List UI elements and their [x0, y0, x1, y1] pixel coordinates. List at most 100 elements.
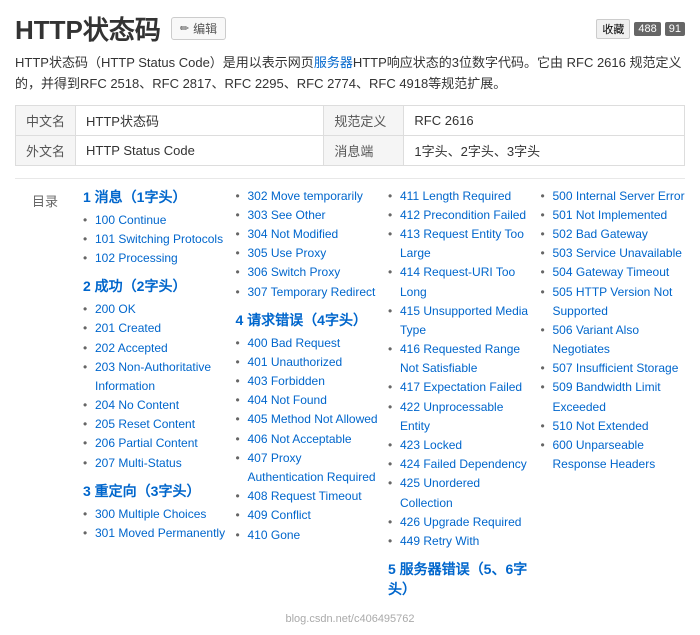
list-item: 102 Processing: [83, 249, 228, 268]
code-207[interactable]: 207 Multi-Status: [95, 456, 182, 470]
list-item: 422 Unprocessable Entity: [388, 398, 533, 436]
section-heading-1xx: 1 消息（1字头）: [83, 187, 228, 207]
list-item: 506 Variant Also Negotiates: [541, 321, 686, 359]
section-heading-4xx: 4 请求错误（4字头）: [236, 310, 381, 330]
code-426[interactable]: 426 Upgrade Required: [400, 515, 521, 529]
code-300[interactable]: 300 Multiple Choices: [95, 507, 206, 521]
label-spec: 规范定义: [324, 105, 404, 135]
code-101[interactable]: 101 Switching Protocols: [95, 232, 223, 246]
code-449[interactable]: 449 Retry With: [400, 534, 479, 548]
code-410[interactable]: 410 Gone: [248, 528, 301, 542]
code-413[interactable]: 413 Request Entity Too Large: [400, 227, 524, 260]
list-item: 411 Length Required: [388, 187, 533, 206]
code-405[interactable]: 405 Method Not Allowed: [248, 412, 378, 426]
code-102[interactable]: 102 Processing: [95, 251, 178, 265]
code-600[interactable]: 600 Unparseable Response Headers: [553, 438, 656, 471]
list-item: 301 Moved Permanently: [83, 524, 228, 543]
code-416[interactable]: 416 Requested Range Not Satisfiable: [400, 342, 520, 375]
code-202[interactable]: 202 Accepted: [95, 341, 168, 355]
bookmark-button[interactable]: 收藏: [596, 19, 630, 39]
code-201[interactable]: 201 Created: [95, 321, 161, 335]
column-2: 302 Move temporarily 303 See Other 304 N…: [236, 187, 381, 604]
code-205[interactable]: 205 Reset Content: [95, 417, 195, 431]
list-item: 501 Not Implemented: [541, 206, 686, 225]
code-504[interactable]: 504 Gateway Timeout: [553, 265, 670, 279]
code-411[interactable]: 411 Length Required: [400, 189, 511, 203]
list-5xx: 500 Internal Server Error 501 Not Implem…: [541, 187, 686, 475]
list-item: 502 Bad Gateway: [541, 225, 686, 244]
list-item: 101 Switching Protocols: [83, 230, 228, 249]
code-400[interactable]: 400 Bad Request: [248, 336, 341, 350]
value-foreign: HTTP Status Code: [76, 135, 324, 165]
content-wrapper: 目录 1 消息（1字头） 100 Continue 101 Switching …: [15, 187, 685, 604]
list-item: 404 Not Found: [236, 391, 381, 410]
list-item: 204 No Content: [83, 396, 228, 415]
code-414[interactable]: 414 Request-URI Too Long: [400, 265, 515, 298]
code-505[interactable]: 505 HTTP Version Not Supported: [553, 285, 673, 318]
code-204[interactable]: 204 No Content: [95, 398, 179, 412]
code-303[interactable]: 303 See Other: [248, 208, 326, 222]
list-item: 507 Insufficient Storage: [541, 359, 686, 378]
edit-button[interactable]: ✏ 编辑: [171, 17, 226, 40]
bookmark-count: 488: [634, 22, 660, 36]
code-406[interactable]: 406 Not Acceptable: [248, 432, 352, 446]
watermark: blog.csdn.net/c406495762: [15, 613, 685, 625]
list-item: 401 Unauthorized: [236, 353, 381, 372]
list-item: 415 Unsupported Media Type: [388, 302, 533, 340]
server-link[interactable]: 服务器: [314, 55, 353, 70]
toc-sidebar: 目录: [15, 187, 83, 604]
code-305[interactable]: 305 Use Proxy: [248, 246, 327, 260]
top-actions: 收藏 488 91: [596, 19, 685, 39]
code-510[interactable]: 510 Not Extended: [553, 419, 649, 433]
code-425[interactable]: 425 Unordered Collection: [400, 476, 480, 509]
code-408[interactable]: 408 Request Timeout: [248, 489, 362, 503]
list-item: 206 Partial Content: [83, 434, 228, 453]
list-item: 406 Not Acceptable: [236, 430, 381, 449]
edit-label: 编辑: [193, 20, 217, 37]
code-306[interactable]: 306 Switch Proxy: [248, 265, 341, 279]
code-100[interactable]: 100 Continue: [95, 213, 166, 227]
code-203[interactable]: 203 Non-Authoritative Information: [95, 360, 211, 393]
code-424[interactable]: 424 Failed Dependency: [400, 457, 527, 471]
code-500[interactable]: 500 Internal Server Error: [553, 189, 685, 203]
code-417[interactable]: 417 Expectation Failed: [400, 380, 522, 394]
list-item: 306 Switch Proxy: [236, 263, 381, 282]
list-item: 300 Multiple Choices: [83, 505, 228, 524]
code-422[interactable]: 422 Unprocessable Entity: [400, 400, 503, 433]
code-401[interactable]: 401 Unauthorized: [248, 355, 343, 369]
code-506[interactable]: 506 Variant Also Negotiates: [553, 323, 640, 356]
list-item: 403 Forbidden: [236, 372, 381, 391]
code-412[interactable]: 412 Precondition Failed: [400, 208, 526, 222]
code-206[interactable]: 206 Partial Content: [95, 436, 198, 450]
code-302[interactable]: 302 Move temporarily: [248, 189, 363, 203]
list-item: 303 See Other: [236, 206, 381, 225]
code-501[interactable]: 501 Not Implemented: [553, 208, 668, 222]
column-1: 1 消息（1字头） 100 Continue 101 Switching Pro…: [83, 187, 228, 604]
code-503[interactable]: 503 Service Unavailable: [553, 246, 682, 260]
code-304[interactable]: 304 Not Modified: [248, 227, 339, 241]
list-item: 405 Method Not Allowed: [236, 410, 381, 429]
list-item: 407 Proxy Authentication Required: [236, 449, 381, 487]
code-200[interactable]: 200 OK: [95, 302, 136, 316]
code-404[interactable]: 404 Not Found: [248, 393, 327, 407]
list-item: 202 Accepted: [83, 339, 228, 358]
list-item: 410 Gone: [236, 526, 381, 545]
code-307[interactable]: 307 Temporary Redirect: [248, 285, 376, 299]
list-item: 409 Conflict: [236, 506, 381, 525]
list-1xx: 100 Continue 101 Switching Protocols 102…: [83, 211, 228, 269]
list-item: 412 Precondition Failed: [388, 206, 533, 225]
list-item: 424 Failed Dependency: [388, 455, 533, 474]
code-403[interactable]: 403 Forbidden: [248, 374, 325, 388]
section-heading-2xx: 2 成功（2字头）: [83, 276, 228, 296]
code-423[interactable]: 423 Locked: [400, 438, 462, 452]
code-407[interactable]: 407 Proxy Authentication Required: [248, 451, 376, 484]
code-415[interactable]: 415 Unsupported Media Type: [400, 304, 528, 337]
list-item: 505 HTTP Version Not Supported: [541, 283, 686, 321]
code-509[interactable]: 509 Bandwidth Limit Exceeded: [553, 380, 661, 413]
code-301[interactable]: 301 Moved Permanently: [95, 526, 225, 540]
list-item: 500 Internal Server Error: [541, 187, 686, 206]
code-409[interactable]: 409 Conflict: [248, 508, 311, 522]
list-4xx: 400 Bad Request 401 Unauthorized 403 For…: [236, 334, 381, 545]
code-502[interactable]: 502 Bad Gateway: [553, 227, 648, 241]
code-507[interactable]: 507 Insufficient Storage: [553, 361, 679, 375]
